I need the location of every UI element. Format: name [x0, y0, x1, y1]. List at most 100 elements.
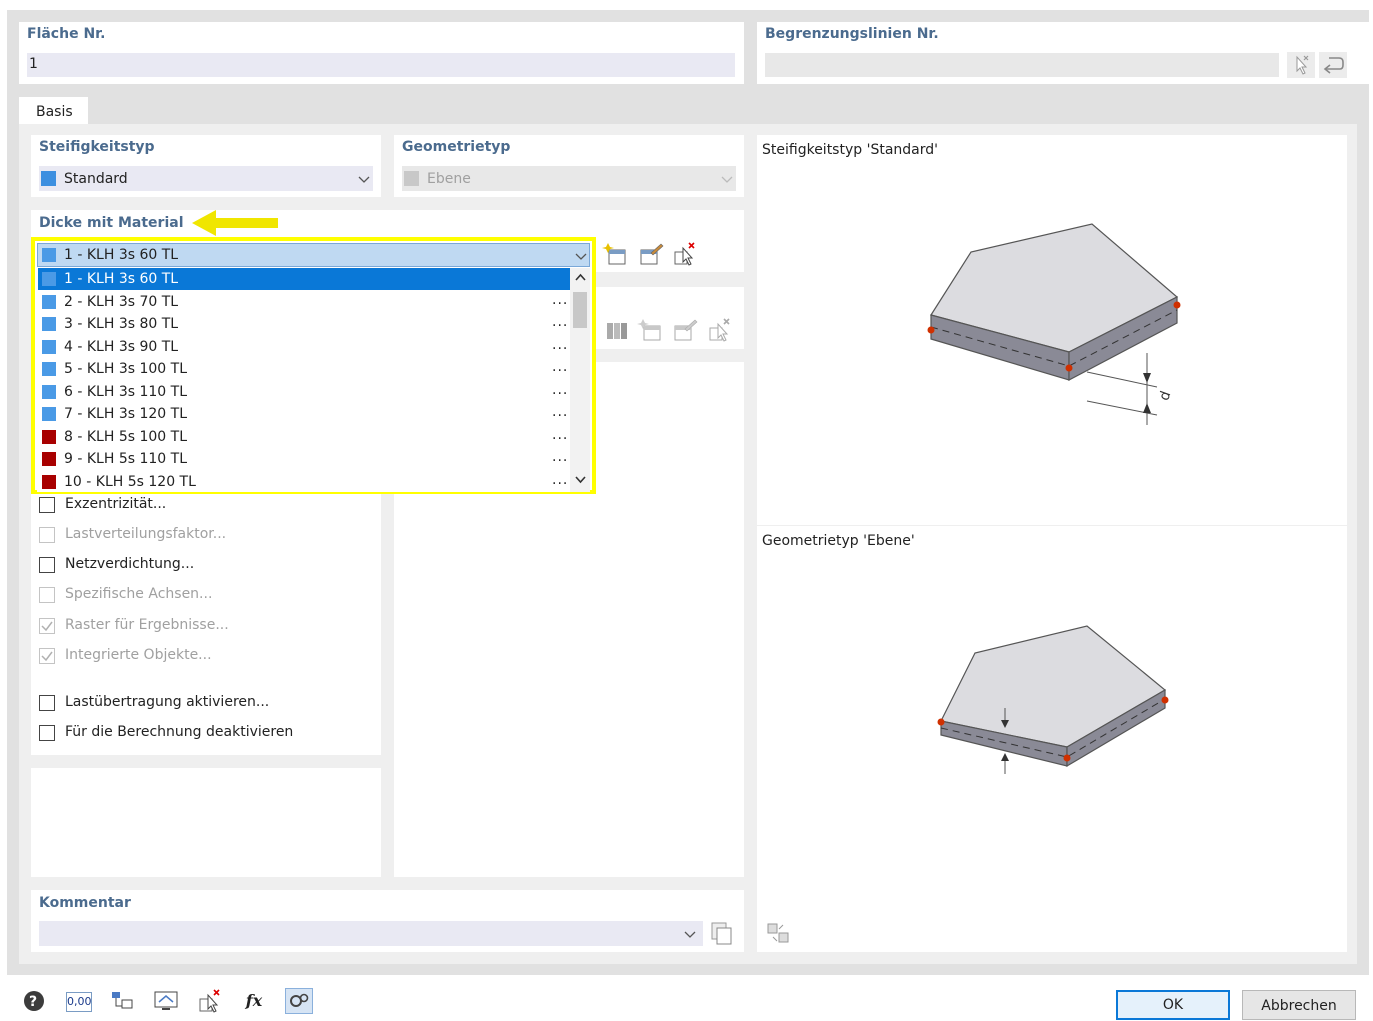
- display-settings-button[interactable]: [152, 988, 180, 1014]
- stiffness-preview-panel: Steifigkeitstyp 'Standard' d: [757, 135, 1347, 525]
- library-button[interactable]: [603, 317, 631, 343]
- surface-no-panel: Fläche Nr. 1: [19, 22, 744, 84]
- surface-no-input[interactable]: 1: [27, 53, 735, 77]
- option-label: Lastverteilungsfaktor...: [65, 526, 227, 542]
- thickness-selected-value: 1 - KLH 3s 60 TL: [64, 247, 179, 263]
- chevron-down-icon: [684, 931, 696, 938]
- option-checkbox[interactable]: [39, 587, 55, 603]
- option-label: Lastübertragung aktivieren...: [65, 694, 270, 710]
- more-options-icon[interactable]: ...: [552, 404, 568, 420]
- scrollbar-thumb[interactable]: [573, 292, 587, 328]
- stiffness-select[interactable]: Standard: [39, 166, 373, 191]
- preview-options-button[interactable]: [765, 921, 793, 947]
- reverse-direction-button[interactable]: [1319, 52, 1347, 78]
- thickness-option-label: 5 - KLH 3s 100 TL: [64, 361, 187, 377]
- thickness-option[interactable]: 1 - KLH 3s 60 TL: [38, 268, 570, 290]
- option-checkbox[interactable]: [39, 618, 55, 634]
- more-options-icon[interactable]: ...: [552, 382, 568, 398]
- stiffness-color-swatch: [41, 171, 56, 186]
- more-options-icon[interactable]: ...: [552, 427, 568, 443]
- scroll-up-icon[interactable]: [575, 273, 586, 281]
- thickness-select[interactable]: 1 - KLH 3s 60 TL: [37, 243, 590, 267]
- thickness-option-label: 4 - KLH 3s 90 TL: [64, 338, 179, 355]
- chevron-down-icon: [721, 176, 733, 183]
- thickness-option-label: 9 - KLH 5s 110 TL: [64, 451, 187, 467]
- comment-panel: Kommentar: [31, 890, 744, 952]
- more-options-icon[interactable]: ...: [552, 292, 568, 308]
- thickness-option[interactable]: 4 - KLH 3s 90 TL...: [38, 336, 568, 358]
- material-color-swatch: [42, 339, 56, 354]
- thickness-options-list: 1 - KLH 3s 60 TL 2 - KLH 3s 70 TL... 3 - K…: [37, 268, 590, 492]
- plane-plate-illustration: [937, 625, 1169, 774]
- more-options-icon[interactable]: ...: [552, 359, 568, 375]
- return-arrow-icon: [1323, 57, 1344, 74]
- option-checkbox[interactable]: [39, 557, 55, 573]
- thickness-option[interactable]: 2 - KLH 3s 70 TL...: [38, 291, 568, 313]
- thickness-option[interactable]: 3 - KLH 3s 80 TL...: [38, 313, 568, 335]
- option-checkbox[interactable]: [39, 497, 55, 513]
- library-icon: [607, 323, 627, 339]
- settings-button[interactable]: [285, 988, 313, 1014]
- more-options-icon[interactable]: ...: [552, 449, 568, 465]
- thickness-option-label: 2 - KLH 3s 70 TL: [64, 293, 179, 310]
- more-options-icon[interactable]: ...: [552, 472, 568, 488]
- more-options-icon[interactable]: ...: [552, 314, 568, 330]
- select-objects-button[interactable]: [196, 988, 224, 1014]
- units-button[interactable]: 0,00: [64, 988, 92, 1014]
- select-material-button[interactable]: [706, 317, 734, 343]
- help-button[interactable]: ?: [20, 988, 48, 1014]
- pick-lines-button[interactable]: [1287, 52, 1315, 78]
- svg-text:?: ?: [29, 994, 37, 1010]
- ok-button[interactable]: OK: [1116, 990, 1230, 1020]
- model-tree-icon: [112, 992, 133, 1009]
- option-checkbox[interactable]: [39, 648, 55, 664]
- edit-material-button[interactable]: [671, 317, 699, 343]
- tab-basis[interactable]: Basis: [19, 97, 88, 125]
- scroll-down-icon[interactable]: [575, 476, 586, 484]
- comment-copy-button[interactable]: [708, 920, 736, 946]
- formula-icon: fx: [245, 991, 263, 1010]
- more-options-icon[interactable]: ...: [552, 337, 568, 353]
- value-display-icon: 0,00: [66, 992, 92, 1012]
- new-thickness-button[interactable]: [602, 241, 630, 267]
- option-label: Spezifische Achsen...: [65, 586, 213, 602]
- option-checkbox[interactable]: [39, 527, 55, 543]
- edit-item-icon: [674, 319, 698, 341]
- chevron-down-icon: [575, 253, 587, 260]
- geometry-select[interactable]: Ebene: [402, 166, 736, 191]
- thickness-option[interactable]: 8 - KLH 5s 100 TL...: [38, 426, 568, 448]
- cancel-button[interactable]: Abbrechen: [1242, 990, 1356, 1020]
- stiffness-value: Standard: [64, 171, 128, 187]
- checkmark-icon: [41, 621, 53, 632]
- material-color-swatch: [42, 294, 56, 309]
- comment-input[interactable]: [39, 921, 703, 946]
- thickness-option[interactable]: 9 - KLH 5s 110 TL...: [38, 448, 568, 470]
- option-label: Exzentrizität...: [65, 496, 167, 512]
- checkmark-icon: [41, 651, 53, 662]
- option-checkbox[interactable]: [39, 695, 55, 711]
- boundary-lines-panel: Begrenzungslinien Nr.: [757, 22, 1369, 84]
- thickness-option[interactable]: 7 - KLH 3s 120 TL...: [38, 403, 568, 425]
- annotation-arrow-icon: [192, 210, 278, 236]
- monitor-icon: [154, 991, 178, 1010]
- thickness-option[interactable]: 10 - KLH 5s 120 TL...: [38, 471, 568, 493]
- tab-basis-label: Basis: [36, 104, 73, 120]
- thickness-option-label: 8 - KLH 5s 100 TL: [64, 428, 187, 445]
- geometry-preview-caption: Geometrietyp 'Ebene': [762, 533, 915, 549]
- edit-thickness-button[interactable]: [637, 241, 665, 267]
- formula-button[interactable]: fx: [240, 988, 268, 1014]
- stiffness-title: Steifigkeitstyp: [39, 139, 155, 155]
- select-thickness-button[interactable]: [671, 241, 699, 267]
- thickness-title: Dicke mit Material: [39, 215, 184, 231]
- boundary-lines-input[interactable]: [765, 53, 1279, 77]
- thick-plate-illustration: [927, 223, 1181, 425]
- model-info-button[interactable]: [108, 988, 136, 1014]
- thickness-option[interactable]: 6 - KLH 3s 110 TL...: [38, 381, 568, 403]
- new-material-button[interactable]: [637, 317, 665, 343]
- option-checkbox[interactable]: [39, 725, 55, 741]
- thickness-option[interactable]: 5 - KLH 3s 100 TL...: [38, 358, 568, 380]
- dropdown-scrollbar[interactable]: [570, 268, 590, 492]
- copy-icon: [711, 922, 732, 945]
- select-cursor-icon: [709, 318, 730, 342]
- material-color-swatch: [42, 452, 56, 466]
